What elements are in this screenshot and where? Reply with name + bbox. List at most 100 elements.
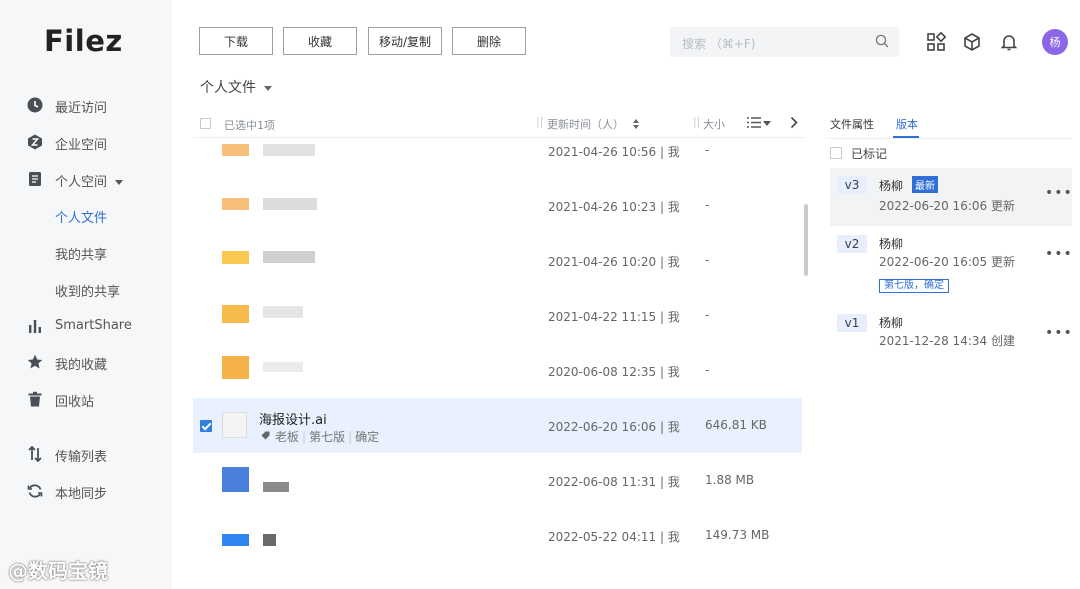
file-tags: 老板 | 第七版 | 确定 (275, 430, 380, 444)
blurred-filename (263, 144, 315, 156)
row-updated-time: 2022-05-22 04:11 | 我 (548, 530, 680, 544)
tag-icon (261, 431, 270, 440)
table-row[interactable]: 2021-04-22 11:15 | 我 - (193, 288, 802, 343)
row-updated-time: 2020-06-08 12:35 | 我 (548, 365, 680, 379)
folder-icon (222, 356, 249, 379)
sync-icon (27, 484, 43, 498)
star-icon (27, 354, 43, 369)
chevron-down-icon (115, 180, 124, 185)
marked-label: 已标记 (851, 147, 888, 161)
version-item[interactable]: v3 杨柳 最新 2022-06-20 16:06 更新 ••• (830, 168, 1072, 226)
row-updated-time: 2022-06-08 11:31 | 我 (548, 475, 680, 489)
table-row[interactable]: 2021-04-26 10:23 | 我 - (193, 178, 802, 233)
sidebar-item-label: 我的共享 (55, 248, 108, 263)
table-row[interactable]: 2022-06-08 11:31 | 我 1.88 MB (193, 453, 802, 508)
tab-versions[interactable]: 版本 (896, 116, 918, 132)
sidebar-item-smartshare[interactable]: SmartShare (0, 311, 172, 341)
more-icon[interactable]: ••• (1045, 325, 1073, 341)
personal-space-icon (29, 172, 41, 186)
version-user: 杨柳 (879, 237, 904, 251)
version-badge: v2 (837, 235, 867, 253)
version-badge: v3 (837, 176, 867, 194)
row-checkbox[interactable] (200, 420, 212, 432)
clock-icon (27, 97, 43, 113)
row-size: 646.81 KB (705, 418, 767, 432)
sidebar-item-recent[interactable]: 最近访问 (0, 90, 172, 120)
sidebar-item-label: 个人文件 (55, 211, 108, 226)
table-row[interactable]: 2021-04-26 10:20 | 我 - (193, 233, 802, 288)
blurred-filename (263, 198, 317, 210)
row-size: - (705, 253, 710, 267)
sidebar-item-favorites[interactable]: 我的收藏 (0, 347, 172, 377)
row-size: - (705, 143, 710, 157)
table-row[interactable]: 2021-04-26 10:56 | 我 - (193, 123, 802, 178)
list-scrollbar[interactable] (804, 204, 808, 276)
sidebar-item-transfer-list[interactable]: 传输列表 (0, 439, 172, 469)
watermark: @数码宝镜 (8, 559, 108, 583)
sidebar-item-label: 最近访问 (55, 101, 108, 116)
sidebar-item-label: 回收站 (55, 395, 95, 410)
avatar[interactable]: 杨 (1042, 29, 1068, 55)
row-size: - (705, 363, 710, 377)
ai-file-thumbnail (222, 412, 247, 438)
sidebar-item-label: 收到的共享 (55, 285, 121, 300)
sidebar-item-personal-files[interactable]: 个人文件 (0, 200, 172, 230)
download-button[interactable]: 下载 (199, 27, 273, 55)
sidebar-item-trash[interactable]: 回收站 (0, 384, 172, 414)
sidebar-item-local-sync[interactable]: 本地同步 (0, 476, 172, 506)
table-row-selected[interactable]: 海报设计.ai 老板 | 第七版 | 确定 2022-06-20 16:06 | 我 6… (193, 398, 802, 453)
favorite-button[interactable]: 收藏 (283, 27, 357, 55)
sidebar-item-label: 传输列表 (55, 450, 108, 465)
divider (826, 138, 1072, 139)
search-icon[interactable] (875, 34, 889, 48)
table-row[interactable]: 2022-05-22 04:11 | 我 149.73 MB (193, 508, 802, 563)
sidebar-item-my-shares[interactable]: 我的共享 (0, 237, 172, 267)
file-thumbnail (222, 467, 249, 492)
row-updated-time: 2021-04-26 10:23 | 我 (548, 200, 680, 214)
trash-icon (28, 391, 42, 407)
blurred-filename (263, 362, 303, 372)
sidebar-item-personal-space[interactable]: 个人空间 (0, 164, 172, 194)
marked-checkbox[interactable] (830, 147, 842, 159)
sidebar-item-label: SmartShare (55, 318, 132, 333)
chevron-down-icon (264, 85, 272, 91)
folder-selector[interactable]: 个人文件 (200, 77, 272, 97)
sidebar-item-label: 企业空间 (55, 138, 108, 153)
enterprise-icon (28, 134, 42, 150)
version-time: 2021-12-28 14:34 创建 (879, 334, 1015, 348)
blurred-filename (263, 306, 303, 318)
row-updated-time: 2022-06-20 16:06 | 我 (548, 420, 680, 434)
move-copy-button[interactable]: 移动/复制 (368, 27, 442, 55)
cube-icon[interactable] (962, 32, 982, 52)
blurred-filename (263, 482, 289, 492)
row-filename[interactable]: 海报设计.ai (259, 409, 327, 428)
folder-icon (222, 198, 249, 210)
app-logo: Filez (44, 24, 123, 58)
row-size: - (705, 198, 710, 212)
row-updated-time: 2021-04-22 11:15 | 我 (548, 310, 680, 324)
row-updated-time: 2021-04-26 10:56 | 我 (548, 145, 680, 159)
bar-chart-icon (29, 320, 41, 333)
version-item[interactable]: v1 杨柳 2021-12-28 14:34 创建 ••• (830, 308, 1072, 353)
version-item[interactable]: v2 杨柳 2022-06-20 16:05 更新 第七版，确定 ••• (830, 229, 1072, 297)
bell-icon[interactable] (999, 32, 1019, 52)
more-icon[interactable]: ••• (1045, 246, 1073, 262)
tab-file-properties[interactable]: 文件属性 (830, 116, 874, 132)
more-icon[interactable]: ••• (1045, 185, 1073, 201)
blurred-filename (263, 251, 315, 263)
delete-button[interactable]: 删除 (452, 27, 526, 55)
sidebar-item-label: 本地同步 (55, 487, 108, 502)
folder-icon (222, 144, 249, 156)
sidebar-item-enterprise[interactable]: 企业空间 (0, 127, 172, 157)
blurred-filename (263, 534, 276, 546)
sidebar-item-received-shares[interactable]: 收到的共享 (0, 274, 172, 304)
table-row[interactable]: 2020-06-08 12:35 | 我 - (193, 343, 802, 398)
folder-icon (222, 251, 249, 264)
apps-grid-icon[interactable] (926, 32, 946, 52)
row-size: 1.88 MB (705, 473, 755, 487)
row-size: 149.73 MB (705, 528, 770, 542)
latest-badge: 最新 (912, 176, 938, 193)
version-user: 杨柳 (879, 179, 904, 193)
folder-icon (222, 305, 249, 323)
search-input[interactable]: 搜索 （⌘+F) (670, 27, 899, 57)
